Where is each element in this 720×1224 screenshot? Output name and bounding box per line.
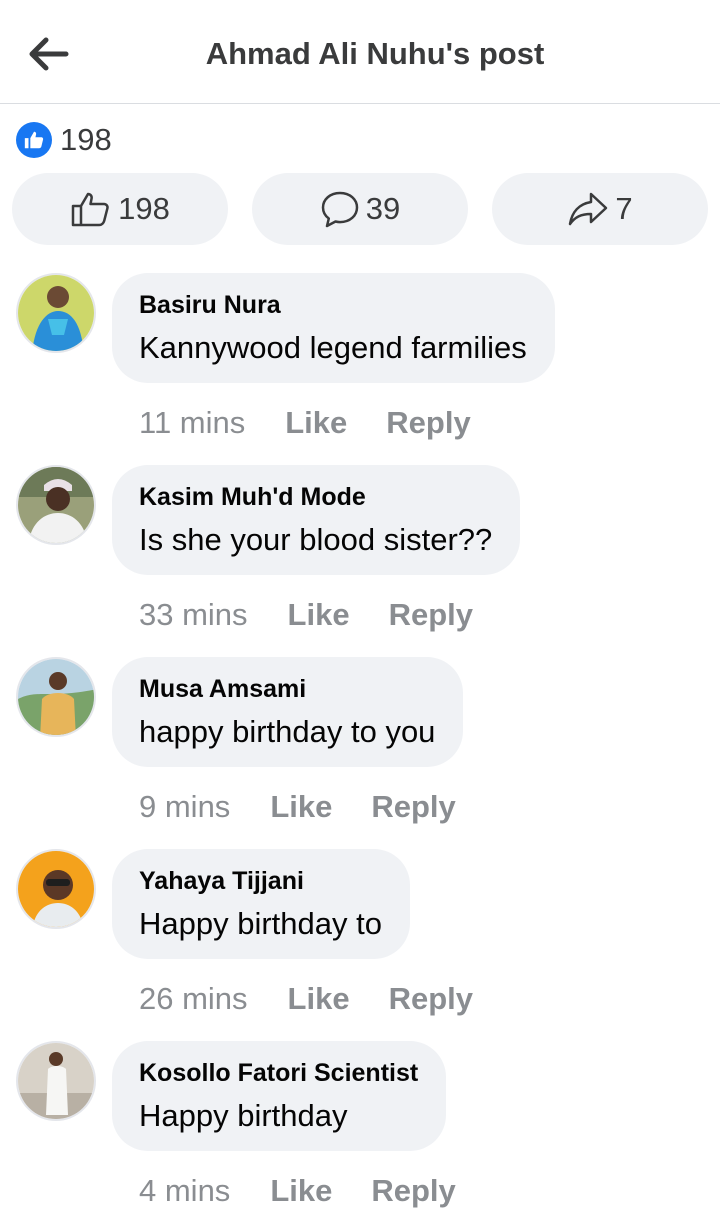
share-arrow-icon: [569, 192, 608, 226]
avatar[interactable]: [16, 1041, 96, 1121]
action-bar: 198 39 7: [12, 173, 708, 245]
comment-time: 33 mins: [139, 597, 248, 632]
comment-reply-button[interactable]: Reply: [389, 981, 473, 1017]
like-button[interactable]: 198: [12, 173, 228, 245]
comment-author[interactable]: Musa Amsami: [139, 675, 435, 704]
comment-author[interactable]: Basiru Nura: [139, 291, 527, 320]
avatar[interactable]: [16, 465, 96, 545]
comment-meta: 9 mins Like Reply: [139, 787, 456, 827]
avatar[interactable]: [16, 657, 96, 737]
comment-time: 9 mins: [139, 789, 231, 824]
comment-author[interactable]: Kasim Muh'd Mode: [139, 483, 492, 512]
comment-bubble[interactable]: Kasim Muh'd Mode Is she your blood siste…: [112, 465, 521, 575]
comment-time: 4 mins: [139, 1173, 231, 1208]
comment-like-button[interactable]: Like: [270, 1173, 332, 1209]
comment-text: Happy birthday to: [139, 906, 382, 941]
comment-reply-button[interactable]: Reply: [371, 789, 455, 825]
reaction-count: 198: [60, 122, 112, 157]
thumbs-up-icon: [71, 192, 109, 227]
comment-bubble[interactable]: Musa Amsami happy birthday to you: [112, 657, 464, 767]
comment-like-button[interactable]: Like: [288, 597, 350, 633]
comment-bubble[interactable]: Yahaya Tijjani Happy birthday to: [112, 849, 410, 959]
comment-meta: 26 mins Like Reply: [139, 979, 473, 1019]
post-header: Ahmad Ali Nuhu's post: [0, 0, 720, 104]
like-badge-icon: [16, 122, 52, 158]
comment-bubble[interactable]: Basiru Nura Kannywood legend farmilies: [112, 273, 555, 383]
comment-reply-button[interactable]: Reply: [386, 405, 470, 441]
comment-text: Kannywood legend farmilies: [139, 330, 527, 365]
avatar[interactable]: [16, 273, 96, 353]
comment-bubble[interactable]: Kosollo Fatori Scientist Happy birthday: [112, 1041, 447, 1151]
comment-time: 11 mins: [139, 405, 246, 440]
comment-button[interactable]: 39: [252, 173, 468, 245]
comment-item: Musa Amsami happy birthday to you 9 mins…: [0, 657, 720, 849]
comment-item: Kasim Muh'd Mode Is she your blood siste…: [0, 465, 720, 657]
reaction-summary[interactable]: 198: [16, 120, 112, 160]
comment-author[interactable]: Kosollo Fatori Scientist: [139, 1059, 418, 1088]
comment-reply-button[interactable]: Reply: [371, 1173, 455, 1209]
comment-meta: 4 mins Like Reply: [139, 1171, 456, 1211]
comment-text: happy birthday to you: [139, 714, 436, 749]
comment-text: Is she your blood sister??: [139, 522, 493, 557]
comment-like-button[interactable]: Like: [270, 789, 332, 825]
share-count: 7: [615, 191, 633, 226]
avatar[interactable]: [16, 849, 96, 929]
comment-like-button[interactable]: Like: [285, 405, 347, 441]
share-button[interactable]: 7: [492, 173, 708, 245]
comment-like-button[interactable]: Like: [288, 981, 350, 1017]
comment-reply-button[interactable]: Reply: [389, 597, 473, 633]
page-title: Ahmad Ali Nuhu's post: [205, 36, 545, 71]
comment-meta: 33 mins Like Reply: [139, 595, 473, 635]
comment-item: Yahaya Tijjani Happy birthday to 26 mins…: [0, 849, 720, 1041]
comment-meta: 11 mins Like Reply: [139, 403, 471, 443]
comment-count: 39: [365, 191, 401, 226]
comment-item: Basiru Nura Kannywood legend farmilies 1…: [0, 273, 720, 465]
like-count: 198: [118, 191, 170, 226]
comment-time: 26 mins: [139, 981, 248, 1016]
comment-bubble-icon: [321, 191, 358, 228]
comment-author[interactable]: Yahaya Tijjani: [139, 867, 382, 896]
comment-item: Kosollo Fatori Scientist Happy birthday …: [0, 1041, 720, 1224]
comment-text: Happy birthday: [139, 1098, 348, 1133]
